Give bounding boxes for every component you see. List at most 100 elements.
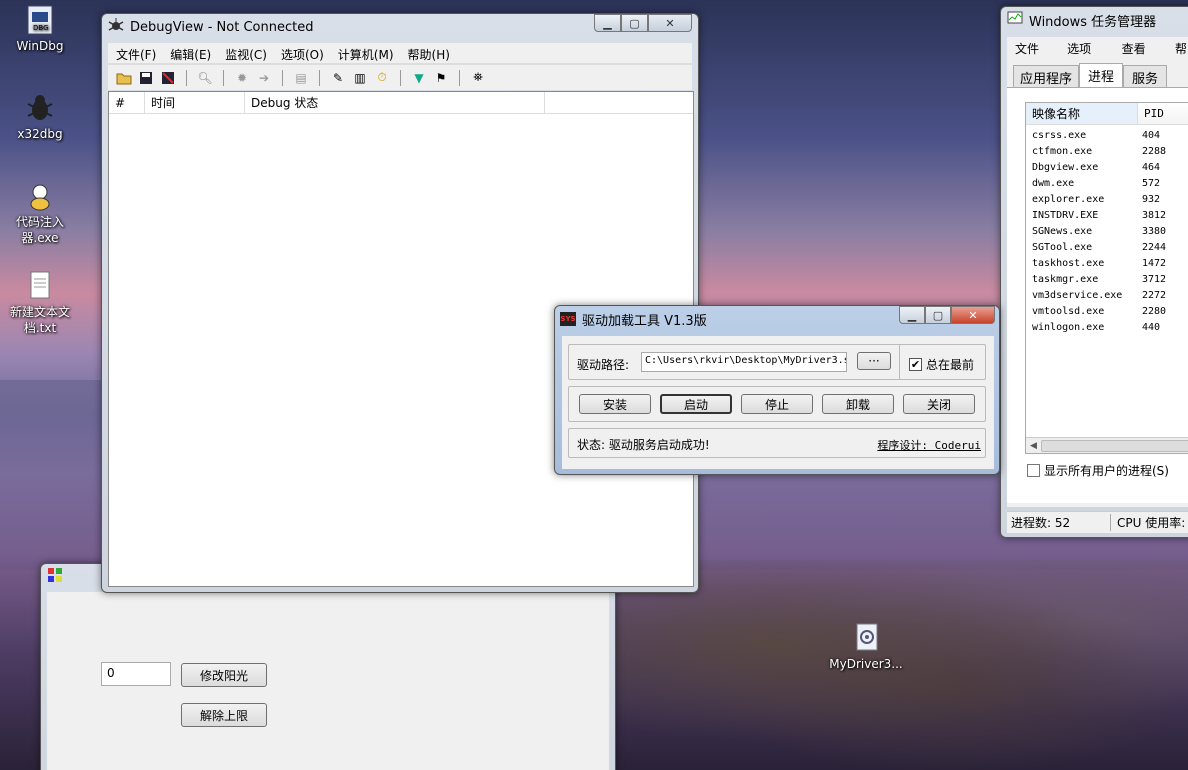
open-folder-icon[interactable]: [116, 70, 132, 86]
process-pid: 932: [1142, 193, 1161, 205]
col-header-index[interactable]: #: [109, 92, 145, 113]
browse-button[interactable]: ···: [857, 352, 891, 370]
scrollbar-thumb[interactable]: [1040, 439, 1188, 452]
process-row[interactable]: vm3dservice.exe 2272: [1026, 287, 1188, 303]
filter-icon[interactable]: ▼: [411, 70, 427, 86]
process-row[interactable]: explorer.exe 932: [1026, 191, 1188, 207]
close-button[interactable]: ✕: [648, 14, 692, 32]
process-row[interactable]: SGNews.exe 3380: [1026, 223, 1188, 239]
show-all-users-checkbox[interactable]: [1027, 464, 1040, 477]
scroll-icon[interactable]: ▤: [293, 70, 309, 86]
minimize-button[interactable]: ▁: [899, 306, 925, 324]
taskmgr-window[interactable]: Windows 任务管理器 文件(F) 选项(O) 查看(V) 帮 应用程序 进…: [1000, 6, 1188, 538]
process-name: csrss.exe: [1032, 129, 1087, 141]
timer-icon[interactable]: ⏱: [374, 70, 390, 86]
process-row[interactable]: csrss.exe 404: [1026, 127, 1188, 143]
process-row[interactable]: SGTool.exe 2244: [1026, 239, 1188, 255]
desktop-icon-mydriver[interactable]: MyDriver3...: [826, 622, 906, 672]
desktop-icon-windbg[interactable]: DBG WinDbg: [0, 4, 80, 54]
start-button[interactable]: 启动: [660, 394, 732, 414]
menu-help[interactable]: 帮助(H): [408, 46, 450, 62]
window-title: 驱动加载工具 V1.3版: [582, 313, 707, 329]
trainer-window[interactable]: 0 修改阳光 解除上限: [40, 563, 616, 770]
menu-file[interactable]: 文件(F): [1015, 40, 1053, 71]
stop-button[interactable]: 停止: [741, 394, 813, 414]
menu-help[interactable]: 帮: [1175, 40, 1187, 56]
save-icon[interactable]: [138, 70, 154, 86]
capture-icon[interactable]: ✹: [234, 70, 250, 86]
toolbar-separator: [400, 69, 401, 86]
taskmgr-titlebar[interactable]: Windows 任务管理器: [1007, 10, 1156, 30]
tab-processes[interactable]: 进程: [1079, 63, 1124, 89]
menu-view[interactable]: 查看(V): [1122, 40, 1161, 71]
highlight-icon[interactable]: ⚑: [433, 70, 449, 86]
horizontal-scrollbar[interactable]: ◀: [1026, 437, 1188, 453]
minimize-button[interactable]: ▁: [594, 14, 621, 32]
process-pid: 3712: [1142, 273, 1167, 285]
process-row[interactable]: winlogon.exe 440: [1026, 319, 1188, 335]
desktop-icon-textfile[interactable]: 新建文本文档.txt: [0, 270, 80, 336]
driver-path-input[interactable]: C:\Users\rkvir\Desktop\MyDriver3.sys: [641, 352, 847, 372]
install-button[interactable]: 安装: [579, 394, 651, 414]
col-header-time[interactable]: 时间: [145, 92, 245, 113]
unlock-limit-button[interactable]: 解除上限: [181, 703, 267, 727]
process-row[interactable]: vmtoolsd.exe 2280: [1026, 303, 1188, 319]
clock-list-icon[interactable]: ▥: [352, 70, 368, 86]
injector-icon: [24, 180, 56, 212]
maximize-button[interactable]: ▢: [621, 14, 648, 32]
col-header-debug-status[interactable]: Debug 状态: [245, 92, 545, 113]
col-header-image-name[interactable]: 映像名称: [1026, 103, 1138, 124]
process-row[interactable]: taskmgr.exe 3712: [1026, 271, 1188, 287]
modify-sunshine-button[interactable]: 修改阳光: [181, 663, 267, 687]
close-button[interactable]: ✕: [951, 306, 995, 324]
credit-link[interactable]: 程序设计: Coderui: [877, 437, 981, 453]
col-header-pid[interactable]: PID: [1138, 107, 1164, 120]
sunshine-input[interactable]: 0: [101, 662, 171, 686]
col-header-empty: [545, 92, 693, 113]
desktop-icon-label: WinDbg: [16, 39, 64, 53]
status-process-count: 进程数: 52: [1007, 514, 1111, 531]
menu-options[interactable]: 选项(O): [281, 46, 324, 62]
process-row[interactable]: ctfmon.exe 2288: [1026, 143, 1188, 159]
tab-services[interactable]: 服务: [1123, 65, 1168, 89]
trainer-titlebar[interactable]: [47, 567, 63, 587]
menu-file[interactable]: 文件(F): [116, 46, 156, 62]
process-row[interactable]: INSTDRV.EXE 3812: [1026, 207, 1188, 223]
tab-applications[interactable]: 应用程序: [1013, 65, 1080, 89]
driver-tool-titlebar[interactable]: SYS 驱动加载工具 V1.3版: [560, 309, 707, 329]
topmost-checkbox[interactable]: ✔: [909, 358, 922, 371]
topmost-option[interactable]: ✔ 总在最前: [909, 356, 974, 373]
process-row[interactable]: dwm.exe 572: [1026, 175, 1188, 191]
text-file-icon: [24, 270, 56, 302]
driver-tool-window[interactable]: SYS 驱动加载工具 V1.3版 ▁ ▢ ✕ 驱动路径: C:\Users\rk…: [554, 305, 1000, 475]
maximize-button[interactable]: ▢: [925, 306, 951, 324]
menu-computer[interactable]: 计算机(M): [338, 46, 394, 62]
process-row[interactable]: Dbgview.exe 464: [1026, 159, 1188, 175]
action-group: 安装 启动 停止 卸载 关闭: [568, 386, 986, 422]
process-pid: 2280: [1142, 305, 1167, 317]
desktop-icon-x32dbg[interactable]: x32dbg: [0, 92, 80, 142]
save-clear-icon[interactable]: [160, 70, 176, 86]
process-name: winlogon.exe: [1032, 321, 1105, 333]
binoculars-icon[interactable]: ⛯: [470, 70, 486, 86]
debugview-window[interactable]: DebugView - Not Connected ▁ ▢ ✕ 文件(F) 编辑…: [101, 13, 699, 593]
process-pid: 3380: [1142, 225, 1167, 237]
process-list[interactable]: 映像名称 PID csrss.exe 404 ctfmon.exe 2288 Dbgvi…: [1025, 102, 1188, 454]
menu-capture[interactable]: 监视(C): [225, 46, 267, 62]
edit-filter-icon[interactable]: ✎: [330, 70, 346, 86]
process-row[interactable]: taskhost.exe 1472: [1026, 255, 1188, 271]
show-all-users-option[interactable]: 显示所有用户的进程(S): [1027, 462, 1169, 479]
debugview-app-icon: [108, 17, 124, 37]
close-tool-button[interactable]: 关闭: [903, 394, 975, 414]
scroll-left-icon[interactable]: ◀: [1026, 441, 1041, 451]
trainer-client: 0 修改阳光 解除上限: [47, 592, 609, 770]
debugview-titlebar[interactable]: DebugView - Not Connected: [108, 17, 313, 37]
forward-icon[interactable]: ➔: [256, 70, 272, 86]
menu-options[interactable]: 选项(O): [1067, 40, 1108, 71]
process-name: vmtoolsd.exe: [1032, 305, 1105, 317]
desktop-icon-injector[interactable]: 代码注入器.exe: [0, 180, 80, 246]
process-name: Dbgview.exe: [1032, 161, 1099, 173]
menu-edit[interactable]: 编辑(E): [170, 46, 211, 62]
find-icon[interactable]: 🔍︎: [197, 70, 213, 86]
uninstall-button[interactable]: 卸载: [822, 394, 894, 414]
